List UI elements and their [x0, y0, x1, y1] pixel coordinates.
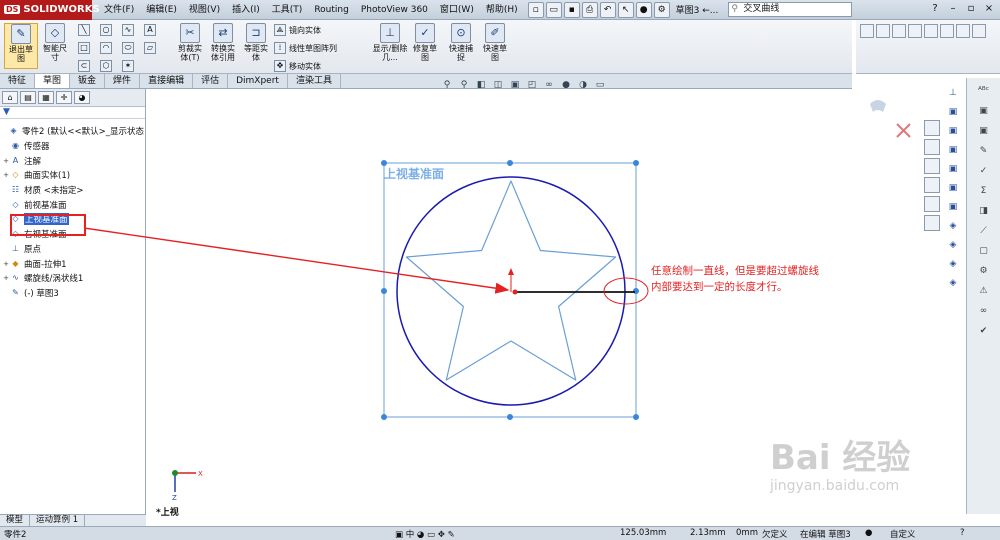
measure-icon[interactable]: ⟋ [977, 226, 991, 240]
watermark-logo: Bai 经验 [770, 438, 911, 478]
close-sketch-icon[interactable] [896, 123, 911, 138]
check-icon[interactable]: ✓ [977, 166, 991, 180]
annotation-arrow [83, 227, 510, 294]
status-bar: 零件2 ▣ 中 ◕ ▭ ✥ ✎ 125.03mm 2.13mm 0mm 欠定义 … [0, 526, 1000, 540]
status-editing: 在编辑 草图3 [800, 530, 851, 540]
front-view-icon[interactable]: ▣ [945, 107, 961, 122]
complete-icon[interactable]: ✔ [977, 326, 991, 340]
cube-icon[interactable]: ▢ [977, 246, 991, 260]
home-view-icon[interactable] [924, 120, 940, 136]
folder-view-icon[interactable] [924, 158, 940, 174]
relations-icon[interactable]: ∞ [977, 306, 991, 320]
sigma-icon[interactable]: Σ [977, 186, 991, 200]
palette-icon[interactable] [924, 196, 940, 212]
status-custom[interactable]: 自定义 [890, 528, 916, 540]
cube-view-icon[interactable] [924, 139, 940, 155]
annotation-ellipse [603, 277, 649, 305]
spell-check-icon[interactable]: ᴬᴮᶜ [977, 86, 991, 100]
assembly-icon[interactable]: ▣ [977, 126, 991, 140]
left-view-icon[interactable]: ▣ [945, 145, 961, 160]
watermark-url: jingyan.baidu.com [770, 478, 900, 494]
standard-views-toolbar: ⊥ ▣ ▣ ▣ ▣ ▣ ▣ ◈ ◈ ◈ ◈ [945, 88, 965, 293]
single-view-icon[interactable]: ◈ [945, 278, 961, 293]
status-x: 125.03mm [620, 528, 667, 538]
task-pane-toolbar: ᴬᴮᶜ ▣ ▣ ✎ ✓ Σ ◨ ⟋ ▢ ⚙ ⚠ ∞ ✔ [966, 78, 1000, 514]
plane-boundary[interactable] [383, 162, 637, 418]
status-y: 2.13mm [690, 528, 726, 538]
status-icons: ▣ 中 ◕ ▭ ✥ ✎ [395, 530, 455, 540]
view-label: *上视 [156, 508, 179, 518]
edit-icon[interactable]: ✎ [977, 146, 991, 160]
plane-label: 上视基准面 [384, 167, 445, 181]
warning-icon[interactable]: ⚠ [977, 286, 991, 300]
status-definition: 欠定义 [762, 530, 788, 540]
dimetric-view-icon[interactable]: ◈ [945, 240, 961, 255]
table-view-icon[interactable] [924, 215, 940, 231]
top-view-icon[interactable]: ▣ [945, 183, 961, 198]
iso-view-icon[interactable]: ◈ [945, 221, 961, 236]
camera-view-icon[interactable] [924, 177, 940, 193]
help-status-icon[interactable]: ? [960, 528, 965, 538]
annotation-text: 任意绘制一直线，但是要超过螺旋线 内部要达到一定的长度才行。 [651, 265, 819, 293]
normal-to-icon[interactable]: ⊥ [945, 88, 961, 103]
triad-x-label: X [198, 470, 203, 478]
origin-point[interactable] [512, 289, 518, 295]
plane-handles[interactable] [381, 160, 639, 420]
view-toolbar [924, 120, 944, 231]
status-z: 0mm [736, 528, 758, 538]
config-icon[interactable]: ⚙ [977, 266, 991, 280]
bottom-view-icon[interactable]: ▣ [945, 202, 961, 217]
status-part: 零件2 [4, 530, 27, 540]
right-view-icon[interactable]: ▣ [945, 164, 961, 179]
origin-arrow-icon [508, 268, 514, 275]
rebuild-status-icon[interactable]: ● [865, 528, 872, 538]
analysis-icon[interactable]: ◨ [977, 206, 991, 220]
confirm-corner-icon[interactable] [870, 100, 886, 112]
trimetric-view-icon[interactable]: ◈ [945, 259, 961, 274]
part-icon[interactable]: ▣ [977, 106, 991, 120]
triad-origin [172, 470, 178, 476]
triad-z-label: Z [172, 494, 177, 502]
back-view-icon[interactable]: ▣ [945, 126, 961, 141]
